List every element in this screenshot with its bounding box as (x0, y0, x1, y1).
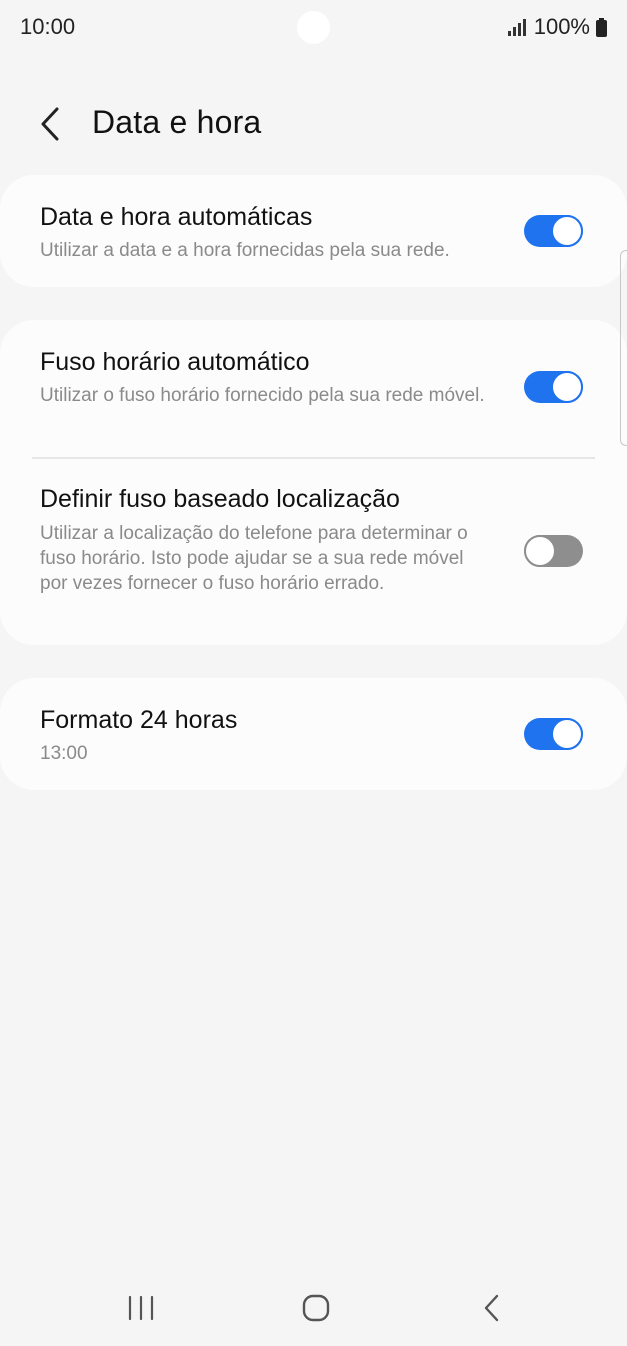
back-button[interactable] (28, 102, 72, 146)
settings-card-format: Formato 24 horas 13:00 (0, 678, 627, 790)
page-title: Data e hora (92, 104, 262, 140)
recent-apps-button[interactable] (113, 1288, 169, 1328)
home-icon (302, 1294, 330, 1322)
app-header: Data e hora (0, 90, 627, 160)
location-timezone-toggle[interactable] (524, 535, 583, 567)
setting-title: Data e hora automáticas (40, 203, 313, 231)
chevron-left-icon (41, 107, 59, 141)
setting-description: 13:00 (40, 743, 88, 764)
home-button[interactable] (288, 1288, 344, 1328)
battery-full-icon (596, 17, 607, 37)
auto-datetime-toggle[interactable] (524, 215, 583, 247)
recent-apps-icon (128, 1295, 154, 1321)
setting-description: Utilizar a data e a hora fornecidas pela… (40, 240, 450, 261)
camera-cutout (297, 11, 330, 44)
battery-percent: 100% (533, 14, 590, 39)
scroll-indicator[interactable] (620, 250, 627, 446)
status-bar: 10:00 100% (0, 0, 627, 56)
format-24h-toggle[interactable] (524, 718, 583, 750)
setting-description: Utilizar o fuso horário fornecido pela s… (40, 385, 485, 406)
status-time: 10:00 (20, 14, 76, 39)
settings-card-timezone: Fuso horário automático Utilizar o fuso … (0, 320, 627, 645)
status-indicators: 100% (507, 14, 607, 40)
auto-timezone-toggle[interactable] (524, 371, 583, 403)
settings-card-datetime: Data e hora automáticas Utilizar a data … (0, 175, 627, 287)
setting-title: Formato 24 horas (40, 706, 238, 734)
navigation-bar (0, 1270, 627, 1346)
setting-title: Fuso horário automático (40, 348, 310, 376)
signal-bars-icon (507, 18, 526, 36)
setting-row-24h-format[interactable]: Formato 24 horas 13:00 (0, 678, 627, 790)
setting-row-auto-datetime[interactable]: Data e hora automáticas Utilizar a data … (0, 175, 627, 287)
setting-title: Definir fuso baseado localização (40, 485, 400, 513)
setting-description: Utilizar a localização do telefone para … (40, 523, 468, 594)
nav-back-button[interactable] (464, 1288, 520, 1328)
setting-row-auto-timezone[interactable]: Fuso horário automático Utilizar o fuso … (0, 320, 627, 458)
back-icon (484, 1294, 499, 1322)
setting-row-location-timezone[interactable]: Definir fuso baseado localização Utiliza… (0, 459, 627, 645)
